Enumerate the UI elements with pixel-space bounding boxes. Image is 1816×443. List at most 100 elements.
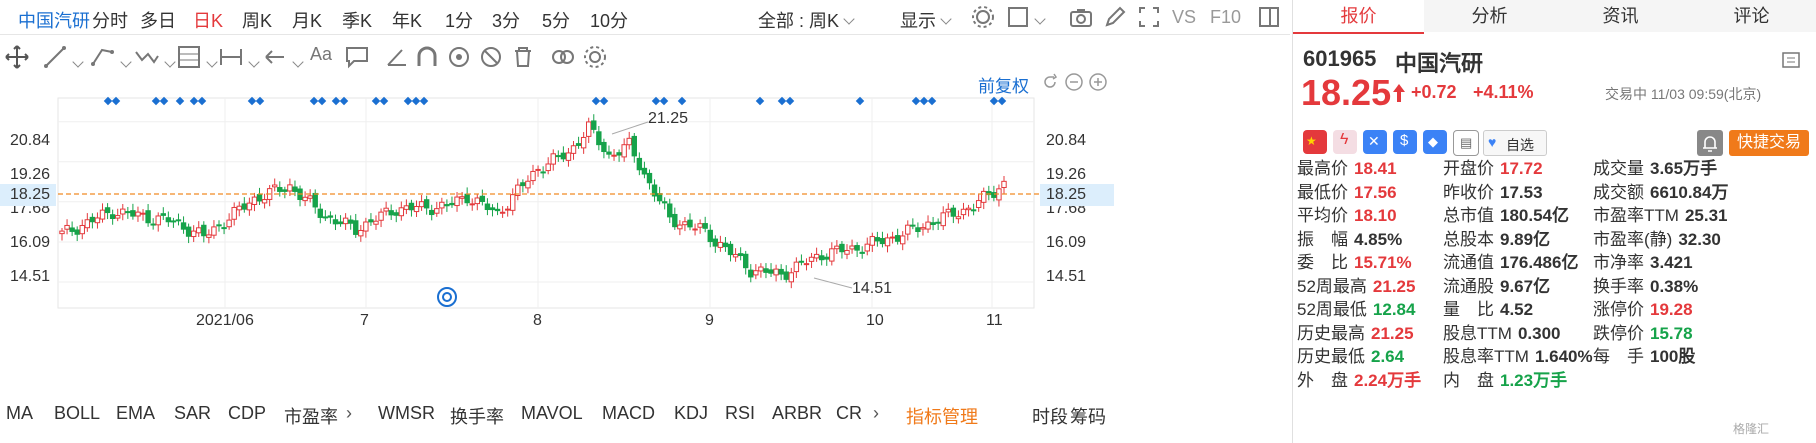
at-event-icon[interactable] — [436, 286, 458, 308]
chevron-down-icon[interactable] — [120, 56, 132, 68]
period-tab[interactable]: 年K — [392, 7, 422, 33]
chevron-right-icon[interactable]: › — [873, 403, 879, 424]
candle — [545, 157, 551, 175]
fullscreen-icon[interactable] — [1136, 4, 1162, 30]
candle — [960, 202, 967, 220]
candle — [560, 146, 567, 163]
candle — [429, 204, 435, 221]
fib-tool-icon[interactable] — [176, 44, 202, 70]
eye-icon[interactable] — [446, 44, 472, 70]
candle — [530, 164, 536, 185]
quote-field: 市净率 3.421 — [1593, 248, 1693, 273]
text-tool-icon[interactable]: Aa — [310, 44, 336, 70]
channel-tool-icon[interactable] — [90, 44, 116, 70]
period-tab[interactable]: 季K — [342, 7, 372, 33]
chevron-down-icon[interactable] — [164, 56, 176, 68]
chevron-down-icon[interactable] — [206, 56, 218, 68]
indicator-tab[interactable]: EMA — [116, 403, 155, 424]
y-tick-left: 20.84 — [10, 132, 51, 149]
chevron-right-icon[interactable]: › — [346, 403, 352, 424]
compare-icon[interactable] — [550, 44, 576, 70]
checkbox-icon[interactable] — [1005, 4, 1031, 30]
display-menu[interactable]: 显示 — [900, 7, 952, 33]
indicator-tab[interactable]: 市盈率 — [284, 403, 338, 429]
candle — [950, 204, 957, 224]
quote-field-value: 15.78 — [1650, 323, 1693, 343]
session-button[interactable]: 时段 — [1032, 403, 1068, 429]
tag-icon[interactable]: ◆ — [1423, 130, 1447, 154]
camera-icon[interactable] — [1068, 4, 1094, 30]
chevron-down-icon[interactable] — [72, 56, 84, 68]
tab-comments[interactable]: 评论 — [1686, 0, 1816, 32]
range-select[interactable]: 全部 : 周K — [758, 7, 855, 33]
kline-chart[interactable]: 前复权 20.84 19.26 17.68 16.09 14.51 20.84 … — [0, 73, 1290, 380]
vs-button[interactable]: VS — [1172, 7, 1196, 28]
period-tab[interactable]: 5分 — [542, 7, 570, 33]
period-tab[interactable]: 月K — [292, 7, 322, 33]
candle — [383, 201, 389, 216]
period-tab[interactable]: 多日 — [140, 7, 176, 33]
indicator-tab[interactable]: MACD — [602, 403, 655, 424]
indicator-tab[interactable]: BOLL — [54, 403, 100, 424]
comment-icon[interactable] — [344, 44, 370, 70]
panel-toggle-icon[interactable] — [1256, 4, 1282, 30]
range-tool-icon[interactable] — [218, 44, 244, 70]
candle — [900, 231, 906, 251]
magnet-icon[interactable] — [414, 44, 440, 70]
candle — [115, 208, 121, 222]
lightning-icon[interactable]: ϟ — [1333, 130, 1357, 154]
indicator-tab[interactable]: SAR — [174, 403, 211, 424]
quote-field-label: 流通股 — [1443, 276, 1494, 296]
candle — [606, 145, 612, 159]
shuffle-icon[interactable]: ✕ — [1363, 130, 1387, 154]
chevron-down-icon[interactable] — [1034, 13, 1046, 25]
watchlist-button[interactable]: ♥ 自选 — [1483, 130, 1547, 156]
indicator-tab[interactable]: 换手率 — [450, 403, 504, 429]
candle — [803, 258, 810, 271]
x-tick: 9 — [705, 312, 714, 329]
indicator-tab[interactable]: RSI — [725, 403, 755, 424]
tab-quote[interactable]: 报价 — [1293, 0, 1424, 34]
indicator-tab[interactable]: MAVOL — [521, 403, 583, 424]
quick-trade-button[interactable]: 快捷交易 — [1729, 130, 1809, 156]
chip-button[interactable]: 筹码 — [1070, 403, 1106, 429]
candle — [717, 235, 724, 252]
dollar-icon[interactable]: $ — [1393, 130, 1417, 154]
candle — [808, 252, 815, 268]
indicator-tab[interactable]: CDP — [228, 403, 266, 424]
move-icon[interactable] — [4, 44, 30, 70]
hide-icon[interactable] — [478, 44, 504, 70]
tab-analysis[interactable]: 分析 — [1424, 0, 1555, 32]
candle — [737, 247, 744, 261]
period-tab[interactable]: 分时 — [92, 7, 128, 33]
pencil-icon[interactable] — [1102, 4, 1128, 30]
line-tool-icon[interactable] — [42, 44, 68, 70]
wave-tool-icon[interactable] — [134, 44, 160, 70]
period-tab[interactable]: 日K — [193, 7, 223, 33]
candle — [535, 165, 541, 177]
settings-icon[interactable] — [970, 4, 996, 30]
indicator-tab[interactable]: KDJ — [674, 403, 708, 424]
f10-button[interactable]: F10 — [1210, 7, 1241, 28]
gear-icon[interactable] — [582, 44, 608, 70]
chevron-down-icon[interactable] — [292, 56, 304, 68]
candle — [256, 187, 263, 206]
arrow-tool-icon[interactable] — [262, 44, 288, 70]
bell-icon[interactable] — [1697, 130, 1723, 156]
period-tab[interactable]: 3分 — [492, 7, 520, 33]
chevron-down-icon[interactable] — [248, 56, 260, 68]
stock-name-tab[interactable]: 中国汽研 — [18, 7, 90, 33]
indicator-tab[interactable]: ARBR — [772, 403, 822, 424]
angle-tool-icon[interactable] — [384, 44, 410, 70]
indicator-tab[interactable]: WMSR — [378, 403, 435, 424]
list-icon[interactable] — [1781, 50, 1801, 70]
trash-icon[interactable] — [510, 44, 536, 70]
period-tab[interactable]: 1分 — [445, 7, 473, 33]
period-tab[interactable]: 周K — [242, 7, 272, 33]
indicator-manage-link[interactable]: 指标管理 — [906, 403, 978, 429]
tab-news[interactable]: 资讯 — [1555, 0, 1686, 32]
candle — [221, 222, 227, 235]
indicator-tab[interactable]: CR — [836, 403, 862, 424]
period-tab[interactable]: 10分 — [590, 7, 628, 33]
indicator-tab[interactable]: MA — [6, 403, 33, 424]
